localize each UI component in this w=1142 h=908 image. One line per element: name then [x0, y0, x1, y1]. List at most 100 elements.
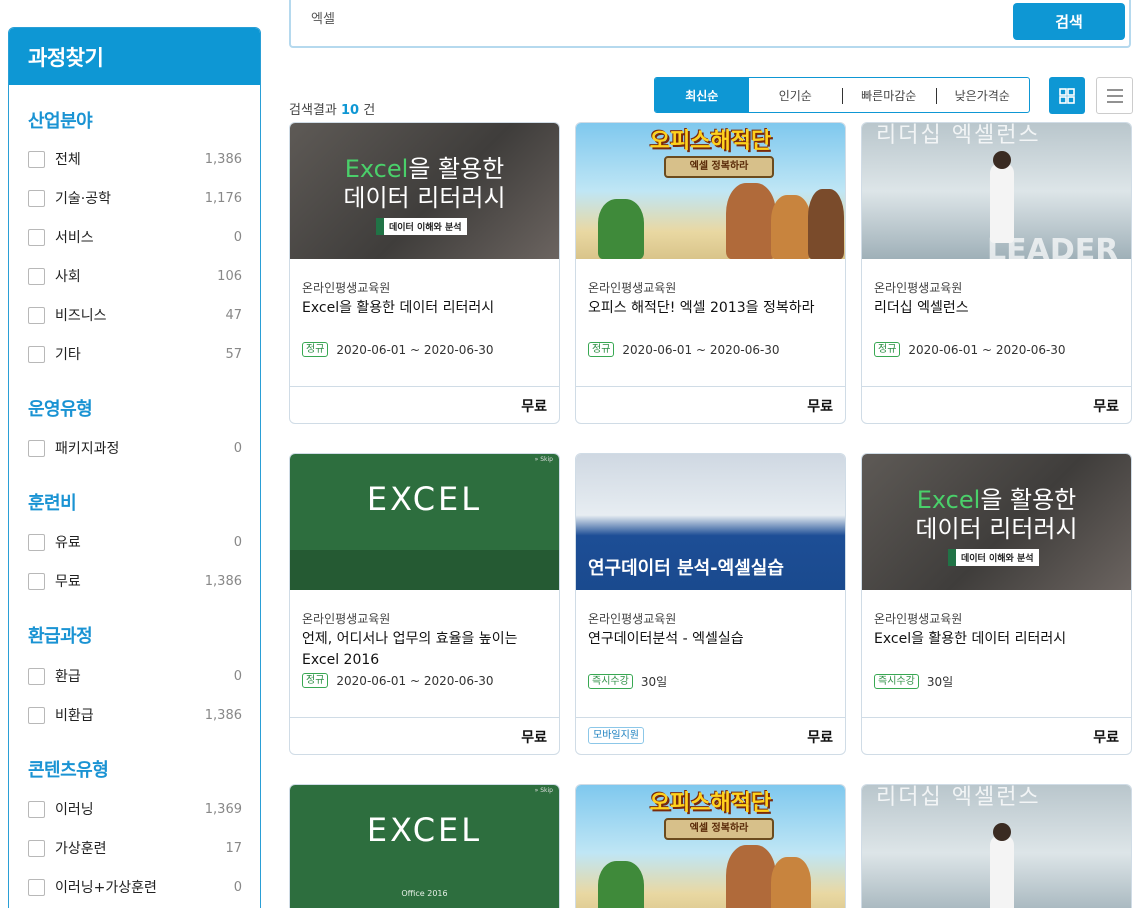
sort-price[interactable]: 낮은가격순 — [935, 78, 1030, 112]
course-card[interactable]: » Skip EXCEL Office 2016 온라인평생교육원 언제, 어디… — [289, 453, 560, 755]
sort-popular[interactable]: 인기순 — [749, 78, 843, 112]
list-view-button[interactable] — [1096, 77, 1133, 114]
thumb-title: 연구데이터 분석-엑셀실습 — [588, 558, 784, 579]
checkbox[interactable] — [28, 228, 45, 246]
course-title[interactable]: 오피스 해적단! 엑셀 2013을 정복하라 — [588, 298, 833, 342]
course-provider: 온라인평생교육원 — [302, 281, 391, 295]
filter-operation-package[interactable]: 패키지과정 0 — [28, 438, 242, 458]
course-type-badge: 정규 — [588, 342, 615, 357]
filter-content-elearning[interactable]: 이러닝 1,369 — [28, 799, 242, 819]
filter-industry-etc[interactable]: 기타 57 — [28, 344, 242, 364]
filter-content-both[interactable]: 이러닝+가상훈련 0 — [28, 877, 242, 897]
checkbox[interactable] — [28, 267, 45, 285]
filter-fee-paid[interactable]: 유료 0 — [28, 532, 242, 552]
course-thumbnail[interactable]: » Skip EXCEL Office 2016 — [290, 785, 559, 908]
thumb-subtag: 데이터 이해와 분석 — [948, 549, 1039, 566]
filter-industry-all[interactable]: 전체 1,386 — [28, 149, 242, 169]
search-button[interactable]: 검색 — [1013, 3, 1125, 40]
filter-industry-society[interactable]: 사회 106 — [28, 266, 242, 286]
person-figure — [990, 835, 1014, 908]
course-thumbnail[interactable]: 리더십 엑셀런스 — [862, 785, 1131, 908]
filter-industry-service[interactable]: 서비스 0 — [28, 227, 242, 247]
course-search-page: 과정찾기 산업분야 전체 1,386 기술·공학 1,176 서비스 0 사회 106 … — [0, 0, 1142, 908]
thumb-title: EXCEL — [366, 480, 483, 518]
course-thumbnail[interactable]: Excel을 활용한 데이터 리터러시 데이터 이해와 분석 — [290, 123, 559, 259]
filter-count: 17 — [225, 840, 242, 856]
course-thumbnail[interactable]: 리더십 엑셀런스 LEADER — [862, 123, 1131, 259]
course-period: 2020-06-01 ~ 2020-06-30 — [336, 342, 494, 357]
course-thumbnail[interactable]: 오피스해적단 엑셀 정복하라 — [576, 785, 845, 908]
course-thumbnail[interactable]: 연구데이터 분석-엑셀실습 — [576, 454, 845, 590]
filter-label: 비환급 — [55, 708, 94, 724]
course-period: 30일 — [640, 675, 668, 689]
filter-label: 유료 — [55, 535, 81, 551]
pirate-character — [598, 861, 644, 908]
filter-content-virtual[interactable]: 가상훈련 17 — [28, 838, 242, 858]
filter-label: 비즈니스 — [55, 308, 107, 324]
course-title[interactable]: 리더십 엑셀런스 — [874, 298, 1119, 342]
checkbox[interactable] — [28, 572, 45, 590]
person-head — [993, 151, 1011, 169]
course-period: 2020-06-01 ~ 2020-06-30 — [336, 673, 494, 688]
sort-deadline[interactable]: 빠른마감순 — [842, 78, 936, 112]
checkbox[interactable] — [28, 878, 45, 896]
group-title-industry: 산업분야 — [28, 111, 93, 132]
result-number: 10 — [340, 103, 360, 118]
search-input[interactable] — [311, 10, 911, 25]
thumb-title: 오피스해적단 — [649, 791, 772, 816]
checkbox[interactable] — [28, 667, 45, 685]
course-title[interactable]: Excel을 활용한 데이터 리터러시 — [302, 298, 547, 342]
course-type-badge: 즉시수강 — [588, 674, 633, 689]
sort-latest[interactable]: 최신순 — [655, 78, 749, 112]
filter-industry-engineering[interactable]: 기술·공학 1,176 — [28, 188, 242, 208]
course-card[interactable]: » Skip EXCEL Office 2016 — [289, 784, 560, 908]
filter-label: 전체 — [55, 152, 81, 168]
course-title[interactable]: Excel을 활용한 데이터 리터러시 — [874, 629, 1119, 673]
sidebar-title: 과정찾기 — [9, 28, 260, 85]
course-card[interactable]: 리더십 엑셀런스 LEADER 온라인평생교육원 리더십 엑셀런스 정규 2020… — [861, 122, 1132, 424]
filter-industry-business[interactable]: 비즈니스 47 — [28, 305, 242, 325]
pirate-character — [726, 845, 776, 908]
filter-refund-no[interactable]: 비환급 1,386 — [28, 705, 242, 725]
filter-count: 106 — [217, 268, 242, 284]
checkbox[interactable] — [28, 439, 45, 457]
pirate-character — [771, 195, 811, 259]
filter-label: 패키지과정 — [55, 441, 120, 457]
course-provider: 온라인평생교육원 — [588, 612, 677, 626]
course-thumbnail[interactable]: 오피스해적단 엑셀 정복하라 — [576, 123, 845, 259]
course-card[interactable]: 리더십 엑셀런스 — [861, 784, 1132, 908]
course-card[interactable]: Excel을 활용한 데이터 리터러시 데이터 이해와 분석 온라인평생교육원 … — [861, 453, 1132, 755]
course-card[interactable]: 오피스해적단 엑셀 정복하라 온라인평생교육원 오피스 해적단! 엑셀 2013… — [575, 122, 846, 424]
result-suffix: 건 — [363, 103, 376, 118]
filter-fee-free[interactable]: 무료 1,386 — [28, 571, 242, 591]
checkbox[interactable] — [28, 150, 45, 168]
course-card[interactable]: 오피스해적단 엑셀 정복하라 — [575, 784, 846, 908]
checkbox[interactable] — [28, 306, 45, 324]
checkbox[interactable] — [28, 839, 45, 857]
pirate-character — [598, 199, 644, 259]
course-title[interactable]: 언제, 어디서나 업무의 효율을 높이는 Excel 2016 — [302, 629, 547, 673]
course-provider: 온라인평생교육원 — [874, 612, 963, 626]
course-title[interactable]: 연구데이터분석 - 엑셀실습 — [588, 629, 833, 673]
course-period: 2020-06-01 ~ 2020-06-30 — [908, 342, 1066, 357]
course-provider: 온라인평생교육원 — [302, 612, 391, 626]
filter-count: 1,369 — [204, 801, 242, 817]
course-thumbnail[interactable]: Excel을 활용한 데이터 리터러시 데이터 이해와 분석 — [862, 454, 1131, 590]
grid-view-button[interactable] — [1049, 77, 1085, 114]
thumb-banner: 엑셀 정복하라 — [664, 156, 774, 178]
filter-refund-yes[interactable]: 환급 0 — [28, 666, 242, 686]
thumb-subtag: 데이터 이해와 분석 — [376, 218, 467, 235]
checkbox[interactable] — [28, 706, 45, 724]
checkbox[interactable] — [28, 345, 45, 363]
checkbox[interactable] — [28, 189, 45, 207]
pirate-character — [808, 189, 844, 259]
course-price: 무료 — [807, 730, 833, 746]
checkbox[interactable] — [28, 800, 45, 818]
thumb-title: 리더십 엑셀런스 — [876, 785, 1041, 810]
filter-count: 47 — [225, 307, 242, 323]
course-card[interactable]: Excel을 활용한 데이터 리터러시 데이터 이해와 분석 온라인평생교육원 … — [289, 122, 560, 424]
checkbox[interactable] — [28, 533, 45, 551]
mobile-support-badge: 모바일지원 — [588, 727, 644, 744]
course-card[interactable]: 연구데이터 분석-엑셀실습 온라인평생교육원 연구데이터분석 - 엑셀실습 즉시… — [575, 453, 846, 755]
course-thumbnail[interactable]: » Skip EXCEL Office 2016 — [290, 454, 559, 590]
